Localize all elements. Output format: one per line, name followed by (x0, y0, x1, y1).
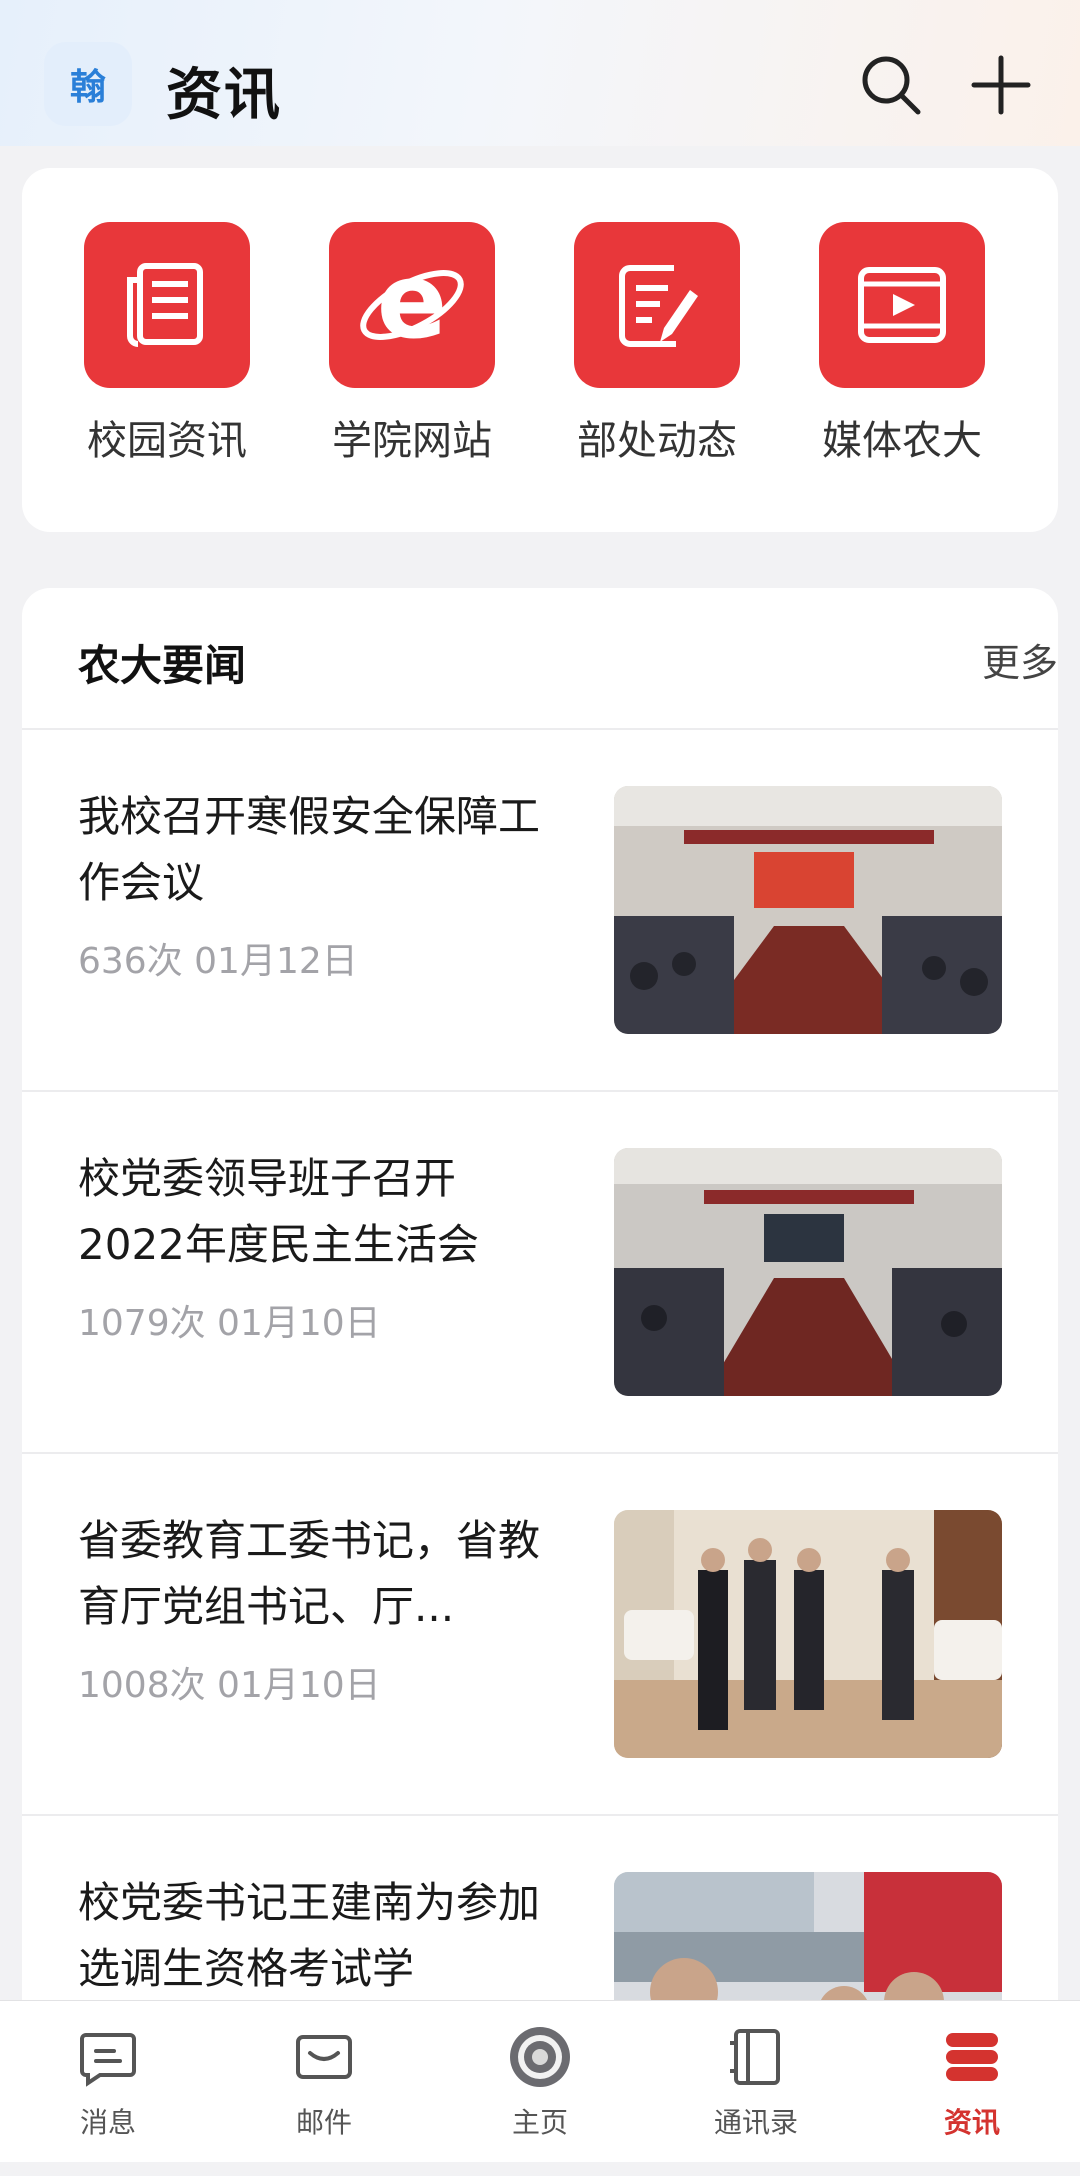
news-thumbnail (614, 1148, 1002, 1396)
add-icon[interactable] (968, 52, 1034, 118)
newspaper-icon (84, 222, 250, 388)
tab-label: 邮件 (295, 2106, 352, 2139)
news-header: 农大要闻 更多 (22, 588, 1058, 730)
quick-link-label: 校园资讯 (87, 418, 247, 464)
news-stack-icon (946, 2033, 998, 2081)
message-icon (80, 2033, 136, 2087)
news-item-title: 我校召开寒假安全保障工作会议 (78, 792, 541, 907)
news-item[interactable]: 我校召开寒假安全保障工作会议 636次 01月12日 (22, 730, 1058, 1092)
news-thumbnail (614, 1510, 1002, 1758)
news-card: 农大要闻 更多 我校召开寒假安全保障工作会议 636次 01月12日 校党委领导… (22, 588, 1058, 2148)
quick-link-label: 学院网站 (332, 418, 492, 464)
browser-e-icon: e (329, 222, 495, 388)
quick-link-label: 媒体农大 (822, 418, 982, 464)
quick-link-media[interactable]: 媒体农大 (817, 222, 987, 466)
news-section-title: 农大要闻 (78, 641, 247, 690)
tab-mail[interactable]: 邮件 (254, 2025, 394, 2141)
news-item-title: 省委教育工委书记，省教育厅党组书记、厅... (78, 1516, 541, 1631)
app-header: 翰 资讯 (0, 0, 1080, 146)
tab-label: 主页 (511, 2106, 568, 2139)
news-more-link[interactable]: 更多 (982, 632, 1058, 687)
news-item-meta: 1079次 01月10日 (78, 1303, 381, 1344)
tab-label: 资讯 (943, 2106, 1000, 2139)
quick-link-campus-news[interactable]: 校园资讯 (82, 222, 252, 466)
search-icon[interactable] (858, 52, 924, 118)
page-title: 资讯 (166, 63, 282, 128)
news-item-meta: 1008次 01月10日 (78, 1665, 381, 1706)
edit-note-icon (574, 222, 740, 388)
tab-label: 消息 (79, 2106, 136, 2139)
news-item-title: 校党委书记王建南为参加选调生资格考试学 (78, 1878, 541, 1993)
quick-links-card: 校园资讯 e 学院网站 部处动态 媒体农大 (22, 168, 1058, 532)
video-play-icon (819, 222, 985, 388)
contacts-icon (730, 2029, 780, 2085)
news-item-meta: 636次 01月12日 (78, 941, 358, 982)
tab-label: 通讯录 (713, 2106, 798, 2139)
svg-text:e: e (377, 245, 448, 362)
tab-messages[interactable]: 消息 (38, 2025, 178, 2141)
university-seal-icon (510, 2027, 570, 2087)
tab-news[interactable]: 资讯 (902, 2025, 1042, 2141)
tab-home[interactable]: 主页 (470, 2025, 610, 2141)
quick-link-department-news[interactable]: 部处动态 (572, 222, 742, 466)
news-item[interactable]: 校党委领导班子召开2022年度民主生活会 1079次 01月10日 (22, 1092, 1058, 1454)
mail-icon (296, 2035, 352, 2079)
app-logo[interactable]: 翰 (44, 42, 132, 126)
tab-contacts[interactable]: 通讯录 (686, 2025, 826, 2141)
quick-link-college-sites[interactable]: e 学院网站 (327, 222, 497, 466)
news-thumbnail (614, 786, 1002, 1034)
bottom-tab-bar: 消息 邮件 主页 通讯录 资讯 (0, 2000, 1080, 2162)
news-item[interactable]: 省委教育工委书记，省教育厅党组书记、厅... 1008次 01月10日 (22, 1454, 1058, 1816)
news-item-title: 校党委领导班子召开2022年度民主生活会 (78, 1154, 479, 1269)
quick-link-label: 部处动态 (577, 418, 737, 464)
